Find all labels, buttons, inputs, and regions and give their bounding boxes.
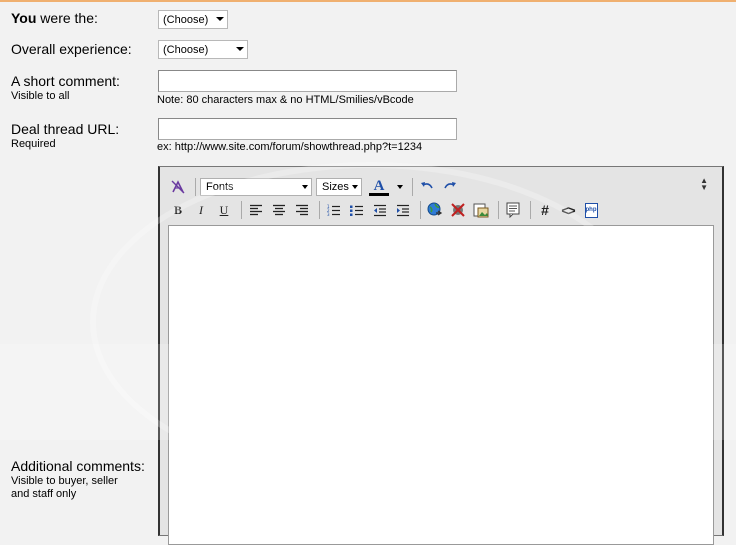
text-color-dropdown[interactable] [395,177,405,197]
remove-link-icon[interactable] [448,200,468,220]
additional-comments-label: Additional comments: [11,458,145,474]
bold-icon[interactable]: B [168,200,188,220]
align-center-icon[interactable] [269,200,289,220]
size-select-value: Sizes [322,181,349,193]
insert-image-icon[interactable] [471,200,491,220]
wrap-code-icon[interactable]: <> [558,200,578,220]
quote-icon[interactable] [503,200,523,220]
role-label: You were the: [11,10,98,26]
unordered-list-icon[interactable] [347,200,367,220]
toolbar-separator [319,201,320,219]
align-left-icon[interactable] [246,200,266,220]
deal-url-sublabel: Required [11,138,56,150]
outdent-icon[interactable] [370,200,390,220]
size-select[interactable]: Sizes [316,178,362,196]
toolbar-separator [530,201,531,219]
additional-comments-sublabel-1: Visible to buyer, seller [11,475,118,487]
text-color-icon: A [373,177,385,194]
underline-icon[interactable]: U [214,200,234,220]
toolbar-separator [241,201,242,219]
toolbar-separator [420,201,421,219]
font-select-value: Fonts [206,181,234,193]
hash-glyph: # [541,202,549,218]
experience-select[interactable]: (Choose) [158,40,248,59]
additional-comments-textarea[interactable] [168,225,714,545]
bold-glyph: B [173,202,182,217]
deal-url-label: Deal thread URL: [11,121,120,137]
resize-toggle-icon[interactable]: ▲ ▼ [700,177,708,192]
code-glyph: <> [561,202,575,218]
role-label-rest: were the: [36,10,98,26]
indent-icon[interactable] [393,200,413,220]
chevron-down-icon [236,47,244,51]
short-comment-label: A short comment: [11,73,120,89]
wysiwyg-editor: Fonts Sizes A ▲ ▼ B I U 1 2 3 # <> php [158,166,724,545]
wrap-code-hash-icon[interactable]: # [535,200,555,220]
deal-url-note: ex: http://www.site.com/forum/showthread… [157,141,423,153]
remove-format-icon[interactable] [168,177,188,197]
chevron-down-icon [216,17,224,21]
experience-label: Overall experience: [11,41,132,57]
insert-link-icon[interactable] [425,200,445,220]
short-comment-note: Note: 80 characters max & no HTML/Smilie… [157,94,414,106]
undo-icon[interactable] [417,177,437,197]
italic-glyph: I [199,202,203,217]
chevron-down-icon [302,185,308,189]
role-select[interactable]: (Choose) [158,10,228,29]
svg-text:3: 3 [327,212,330,217]
short-comment-sublabel: Visible to all [11,90,70,102]
editor-toolbar-row-1: Fonts Sizes A [168,176,463,198]
text-color-button[interactable]: A [366,177,392,197]
toolbar-separator [412,178,413,196]
font-select[interactable]: Fonts [200,178,312,196]
php-glyph: php [585,207,597,213]
role-label-bold: You [11,10,37,26]
short-comment-input[interactable] [158,70,457,92]
text-color-bar [369,192,389,196]
wrap-php-icon[interactable]: php [581,200,601,220]
redo-icon[interactable] [440,177,460,197]
chevron-down-icon [397,185,403,189]
deal-url-input[interactable] [158,118,457,140]
toolbar-separator [195,178,196,196]
align-right-icon[interactable] [292,200,312,220]
experience-select-value: (Choose) [163,44,209,56]
chevron-down-icon [352,185,358,189]
underline-glyph: U [219,202,229,217]
role-select-value: (Choose) [163,14,209,26]
editor-toolbar-row-2: B I U 123 # <> php [168,199,604,221]
ordered-list-icon[interactable]: 123 [324,200,344,220]
additional-comments-sublabel-2: and staff only [11,488,77,500]
toolbar-separator [498,201,499,219]
php-badge: php [584,202,598,218]
italic-icon[interactable]: I [191,200,211,220]
